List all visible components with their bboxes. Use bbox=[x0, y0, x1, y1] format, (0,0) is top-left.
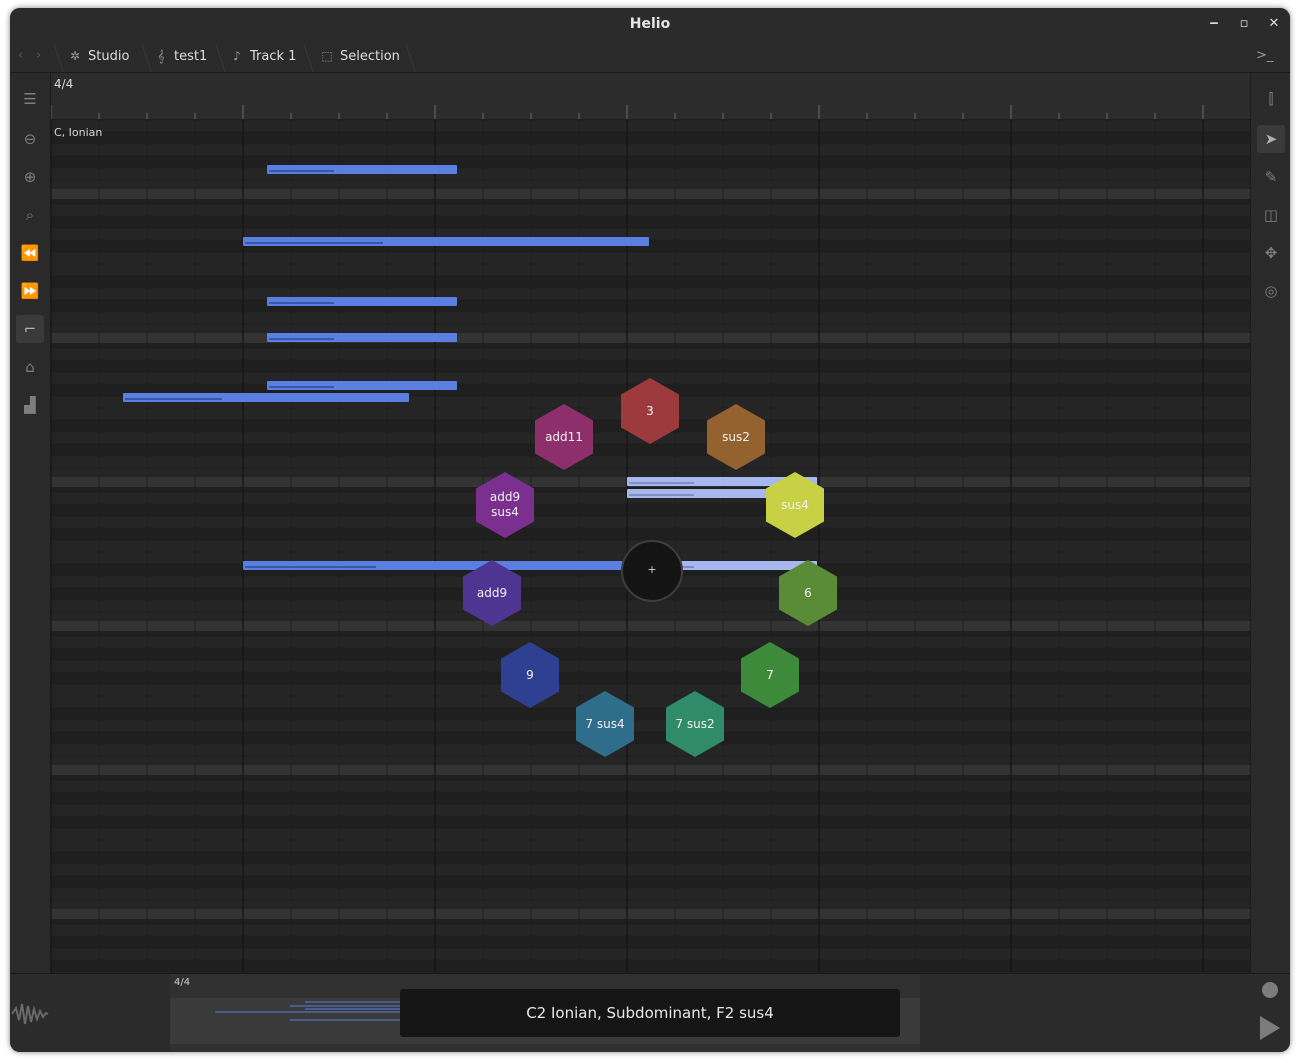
minimap-time-signature: 4/4 bbox=[174, 977, 191, 988]
chord-7[interactable]: 7 bbox=[741, 642, 799, 708]
chart-icon[interactable]: ▟ bbox=[16, 391, 44, 419]
knife-icon[interactable]: ◫ bbox=[1257, 201, 1285, 229]
chord-3[interactable]: 3 bbox=[621, 378, 679, 444]
zoom-fit-icon[interactable]: ⌕ bbox=[16, 201, 44, 229]
breadcrumb-label: Selection bbox=[340, 49, 400, 64]
drag-icon[interactable]: ✥ bbox=[1257, 239, 1285, 267]
chord-sus4[interactable]: sus4 bbox=[766, 472, 824, 538]
chord-7-sus2[interactable]: 7 sus2 bbox=[666, 691, 724, 757]
breadcrumb-label: Track 1 bbox=[250, 49, 297, 64]
chord-add9[interactable]: add9 bbox=[463, 560, 521, 626]
timeline-ruler[interactable]: 4/4 bbox=[51, 73, 1250, 120]
chord-tool-icon[interactable]: ◎ bbox=[1257, 277, 1285, 305]
pen-icon[interactable]: ✎ bbox=[1257, 163, 1285, 191]
minimize-icon[interactable]: ‒ bbox=[1206, 16, 1222, 32]
breadcrumb-studio[interactable]: ✲ Studio bbox=[68, 40, 129, 72]
breadcrumb-track[interactable]: ♪ Track 1 bbox=[230, 40, 296, 72]
console-icon[interactable]: >_ bbox=[1256, 40, 1273, 72]
selection-icon: ⬚ bbox=[321, 49, 333, 63]
close-icon[interactable]: ✕ bbox=[1266, 16, 1282, 32]
left-toolbar: ☰ ⊖ ⊕ ⌕ ⏪ ⏩ ⌐ ⌂ ▟ bbox=[10, 73, 51, 973]
window-title: Helio bbox=[629, 16, 671, 32]
bottom-panel: 4/4 C2 Ionian, Subdominant, F2 sus4 bbox=[10, 973, 1290, 1052]
title-bar: Helio ‒ ▫ ✕ bbox=[10, 8, 1290, 40]
ruler-ticks bbox=[51, 105, 1204, 119]
chord-6[interactable]: 6 bbox=[779, 560, 837, 626]
chord-sus2[interactable]: sus2 bbox=[707, 404, 765, 470]
forward-icon[interactable]: › bbox=[36, 40, 41, 72]
status-message: C2 Ionian, Subdominant, F2 sus4 bbox=[400, 989, 900, 1037]
waveform-icon[interactable] bbox=[10, 974, 50, 1052]
maximize-icon[interactable]: ▫ bbox=[1236, 16, 1252, 32]
breadcrumb: ‹ › ✲ Studio 𝄞 test1 ♪ Track 1 ⬚ Selection >… bbox=[10, 40, 1290, 73]
chord-add9-sus4[interactable]: add9 sus4 bbox=[476, 472, 534, 538]
paint-roller-icon[interactable]: ⌐ bbox=[16, 315, 44, 343]
play-icon[interactable] bbox=[1260, 1016, 1280, 1040]
chord-add11[interactable]: add11 bbox=[535, 404, 593, 470]
rewind-icon[interactable]: ⏪ bbox=[16, 239, 44, 267]
right-toolbar: ⫿ ➤ ✎ ◫ ✥ ◎ bbox=[1250, 73, 1290, 973]
record-icon[interactable] bbox=[1262, 982, 1278, 998]
zoom-in-icon[interactable]: ⊕ bbox=[16, 163, 44, 191]
chord-wheel-center[interactable]: + bbox=[621, 540, 683, 602]
fast-forward-icon[interactable]: ⏩ bbox=[16, 277, 44, 305]
note-icon: ♪ bbox=[233, 49, 241, 63]
chord-7-sus4[interactable]: 7 sus4 bbox=[576, 691, 634, 757]
back-icon[interactable]: ‹ bbox=[18, 40, 23, 72]
app-window: Helio ‒ ▫ ✕ ‹ › ✲ Studio 𝄞 test1 ♪ Track 1 … bbox=[10, 8, 1290, 1052]
breadcrumb-selection[interactable]: ⬚ Selection bbox=[320, 40, 400, 72]
split-view-icon[interactable]: ⫿ bbox=[1257, 85, 1285, 113]
cursor-icon[interactable]: ➤ bbox=[1257, 125, 1285, 153]
breadcrumb-label: Studio bbox=[88, 49, 130, 64]
clef-icon: 𝄞 bbox=[157, 49, 165, 63]
zoom-out-icon[interactable]: ⊖ bbox=[16, 125, 44, 153]
tag-icon[interactable]: ⌂ bbox=[16, 353, 44, 381]
chord-9[interactable]: 9 bbox=[501, 642, 559, 708]
piano-roll[interactable]: 4/4 C, Ionian 3 sus2 sus4 6 7 7 sus2 7 s… bbox=[51, 73, 1250, 973]
tracks-view-icon[interactable]: ☰ bbox=[16, 85, 44, 113]
studio-icon: ✲ bbox=[69, 49, 81, 63]
breadcrumb-label: test1 bbox=[174, 49, 208, 64]
chord-wheel: 3 sus2 sus4 6 7 7 sus2 7 sus4 9 add9 add… bbox=[51, 120, 1250, 973]
breadcrumb-project[interactable]: 𝄞 test1 bbox=[154, 40, 207, 72]
